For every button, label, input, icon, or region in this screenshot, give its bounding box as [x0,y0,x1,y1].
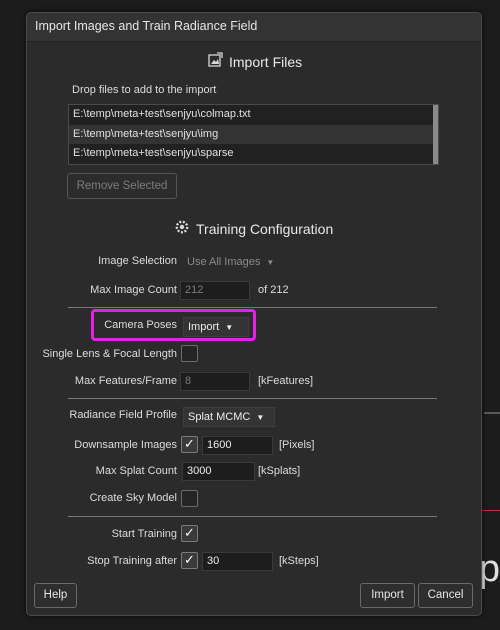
training-config-header: Training Configuration [174,219,333,238]
checkmark-icon: ✓ [184,526,195,541]
file-list-item[interactable]: E:\temp\meta+test\senjyu\colmap.txt [69,105,438,125]
max-splat-input[interactable]: 3000 [182,462,255,481]
max-features-label: Max Features/Frame [74,375,177,387]
single-lens-label: Single Lens & Focal Length [42,348,177,360]
chevron-down-icon: ▼ [266,258,275,267]
stop-training-label: Stop Training after [87,555,177,567]
file-list-item[interactable]: E:\temp\meta+test\senjyu\img [69,124,438,144]
drop-hint: Drop files to add to the import [72,84,217,96]
dialog-title: Import Images and Train Radiance Field [35,19,258,33]
profile-value: Splat MCMC [188,411,251,423]
image-selection-label: Image Selection [98,255,177,267]
max-image-count-label: Max Image Count [90,284,177,296]
max-features-input[interactable]: 8 [180,372,250,391]
help-button[interactable]: Help [34,583,77,608]
file-path: E:\temp\meta+test\senjyu\colmap.txt [73,108,251,120]
import-files-header: Import Files [207,52,302,71]
checkmark-icon: ✓ [184,553,195,568]
downsample-checkbox[interactable]: ✓ [181,436,198,453]
checkmark-icon: ✓ [184,437,195,452]
cancel-button[interactable]: Cancel [418,583,473,608]
stop-training-checkbox[interactable]: ✓ [181,552,198,569]
file-path: E:\temp\meta+test\senjyu\sparse [73,147,234,159]
chevron-down-icon: ▼ [256,413,265,422]
background-partial-text: p [478,548,500,590]
stop-training-input[interactable]: 30 [202,552,273,571]
start-training-label: Start Training [111,528,177,540]
separator [68,398,437,399]
camera-poses-highlight [91,309,256,341]
file-path: E:\temp\meta+test\senjyu\img [73,127,219,140]
downsample-unit: [Pixels] [279,439,315,451]
separator [68,307,437,308]
max-image-count-input[interactable]: 212 [180,281,250,300]
downsample-label: Downsample Images [74,439,177,451]
max-splat-unit: [kSplats] [258,465,301,477]
stop-training-unit: [kSteps] [279,555,319,567]
remove-selected-button[interactable]: Remove Selected [67,173,177,199]
file-list-item[interactable]: E:\temp\meta+test\senjyu\sparse [69,144,438,164]
file-list-scrollbar[interactable] [433,105,438,164]
sky-model-checkbox[interactable] [181,490,198,507]
image-selection-value: Use All Images [187,256,261,268]
start-training-checkbox[interactable]: ✓ [181,525,198,542]
profile-dropdown[interactable]: Splat MCMC ▼ [183,407,275,427]
sky-model-label: Create Sky Model [89,492,177,504]
import-files-icon [207,52,223,71]
profile-label: Radiance Field Profile [69,409,177,421]
import-files-title: Import Files [229,53,303,70]
background-line [484,412,500,414]
separator [68,516,437,517]
max-image-count-suffix: of 212 [258,284,289,296]
downsample-input[interactable]: 1600 [202,436,273,455]
import-dialog: Import Images and Train Radiance Field I… [26,12,482,616]
max-splat-label: Max Splat Count [95,465,177,477]
file-list[interactable]: E:\temp\meta+test\senjyu\colmap.txt E:\t… [68,104,439,165]
gear-icon [174,219,190,238]
dialog-titlebar[interactable]: Import Images and Train Radiance Field [27,13,481,42]
max-features-unit: [kFeatures] [258,375,314,387]
single-lens-checkbox[interactable] [181,345,198,362]
training-config-title: Training Configuration [196,220,334,237]
import-button[interactable]: Import [360,583,415,608]
image-selection-dropdown[interactable]: Use All Images ▼ [187,256,274,268]
background-red-line [482,510,500,511]
